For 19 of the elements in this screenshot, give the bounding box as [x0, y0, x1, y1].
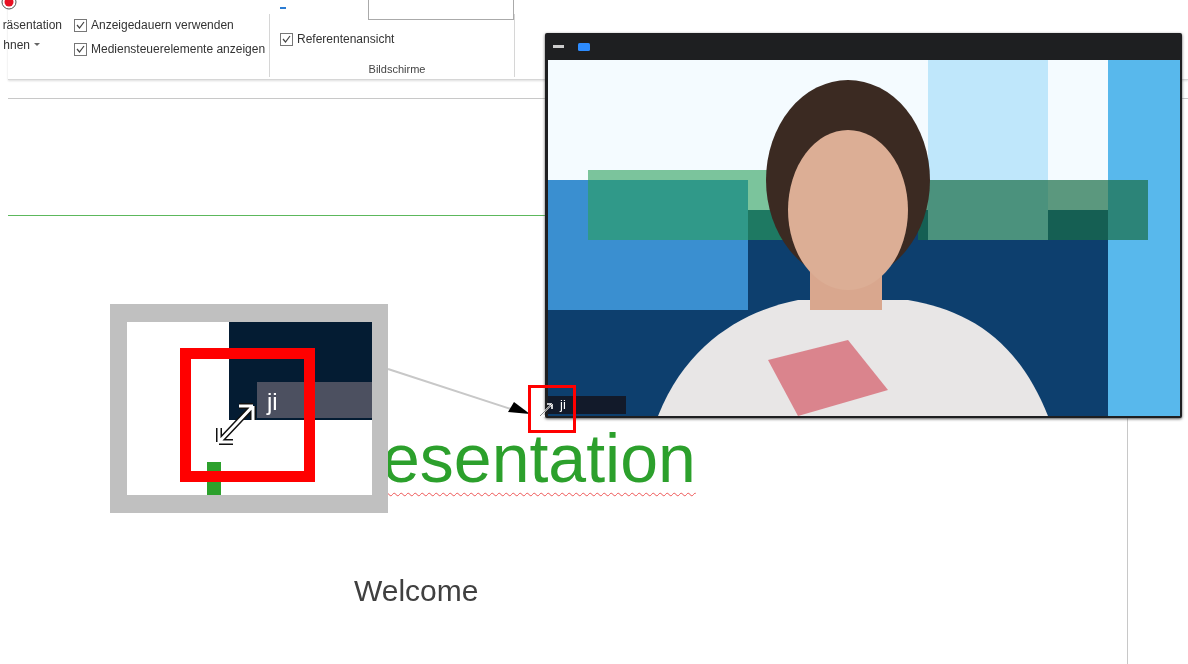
participant-name-tag: ji [267, 390, 278, 414]
input-field[interactable] [368, 0, 514, 20]
checkbox[interactable]: Mediensteuerelemente anzeigen [74, 40, 269, 58]
checkmark-icon [282, 35, 291, 43]
record-button-label[interactable]: räsentation [2, 16, 62, 34]
record-dropdown[interactable]: hnen [3, 36, 40, 54]
checkbox[interactable]: Referentenansicht [280, 30, 514, 48]
highlight-frame [528, 385, 576, 433]
resize-arrow-icon [538, 402, 554, 418]
participant-name-tag: ji [548, 396, 626, 414]
video-icon[interactable] [578, 42, 590, 51]
checkmark-icon [76, 21, 85, 29]
slide-title: esentation [382, 434, 696, 482]
checkmark-icon [76, 45, 85, 53]
slide-subtitle: Welcome [354, 574, 479, 607]
caret-icon [34, 43, 40, 47]
dash-icon [280, 7, 286, 9]
group-label: Bildschirme [367, 61, 427, 77]
checkbox[interactable]: Anzeigedauern verwenden [74, 16, 269, 34]
